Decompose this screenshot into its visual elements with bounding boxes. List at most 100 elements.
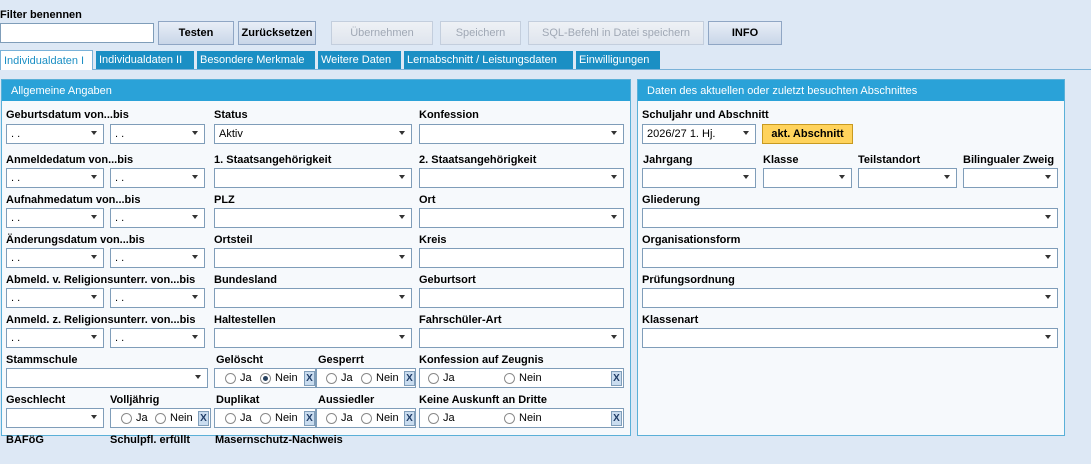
tab-besondere-merkmale[interactable]: Besondere Merkmale <box>197 51 315 69</box>
gesperrt-ja-radio[interactable] <box>326 373 337 384</box>
bafoeg-label: BAFöG <box>6 434 44 446</box>
date-value: . . <box>115 332 125 344</box>
gliederung-select[interactable] <box>642 208 1058 228</box>
chevron-down-icon <box>611 215 617 219</box>
bundesland-select[interactable] <box>214 288 412 308</box>
testen-button[interactable]: Testen <box>158 21 234 45</box>
duplikat-label: Duplikat <box>216 394 260 406</box>
keine-auskunft-clear-button[interactable]: X <box>611 411 622 426</box>
aufnahmedatum-von-date[interactable]: . . <box>6 208 104 228</box>
anmeldedatum-von-date[interactable]: . . <box>6 168 104 188</box>
date-value: . . <box>11 292 21 304</box>
nein-label: Nein <box>519 412 542 424</box>
gesperrt-nein-radio[interactable] <box>361 373 372 384</box>
geburtsort-input[interactable] <box>419 288 624 308</box>
staat2-select[interactable] <box>419 168 624 188</box>
anmeld-bis-date[interactable]: . . <box>110 328 205 348</box>
konfession-zeugnis-nein-radio[interactable] <box>504 373 515 384</box>
aussiedler-clear-button[interactable]: X <box>404 411 415 426</box>
tab-weitere-daten[interactable]: Weitere Daten <box>318 51 401 69</box>
chevron-down-icon <box>399 335 405 339</box>
chevron-down-icon <box>839 175 845 179</box>
date-value: . . <box>11 252 21 264</box>
speichern-button[interactable]: Speichern <box>440 21 521 45</box>
geloescht-ja-radio[interactable] <box>225 373 236 384</box>
ja-label: Ja <box>136 412 148 424</box>
nein-label: Nein <box>275 412 298 424</box>
status-select[interactable]: Aktiv <box>214 124 412 144</box>
zuruecksetzen-button[interactable]: Zurücksetzen <box>238 21 316 45</box>
teilstandort-label: Teilstandort <box>858 154 921 166</box>
filter-name-input[interactable] <box>0 23 154 43</box>
schuljahr-value: 2026/27 1. Hj. <box>647 128 716 140</box>
aufnahmedatum-bis-date[interactable]: . . <box>110 208 205 228</box>
aenderungsdatum-von-date[interactable]: . . <box>6 248 104 268</box>
staat1-label: 1. Staatsangehörigkeit <box>214 154 332 166</box>
tab-individualdaten-2[interactable]: Individualdaten II <box>96 51 194 69</box>
chevron-down-icon <box>1045 295 1051 299</box>
geloescht-clear-button[interactable]: X <box>304 371 315 386</box>
info-button[interactable]: INFO <box>708 21 782 45</box>
konfession-select[interactable] <box>419 124 624 144</box>
duplikat-nein-radio[interactable] <box>260 413 271 424</box>
aussiedler-ja-radio[interactable] <box>326 413 337 424</box>
akt-abschnitt-button[interactable]: akt. Abschnitt <box>762 124 853 144</box>
schuljahr-select[interactable]: 2026/27 1. Hj. <box>642 124 756 144</box>
staat1-select[interactable] <box>214 168 412 188</box>
stammschule-select[interactable] <box>6 368 208 388</box>
teilstandort-select[interactable] <box>858 168 957 188</box>
haltestellen-select[interactable] <box>214 328 412 348</box>
chevron-down-icon <box>399 175 405 179</box>
abmeld-bis-date[interactable]: . . <box>110 288 205 308</box>
volljaehrig-ja-radio[interactable] <box>121 413 132 424</box>
organisationsform-select[interactable] <box>642 248 1058 268</box>
geschlecht-select[interactable] <box>6 408 104 428</box>
keine-auskunft-ja-radio[interactable] <box>428 413 439 424</box>
keine-auskunft-nein-radio[interactable] <box>504 413 515 424</box>
klasse-select[interactable] <box>763 168 852 188</box>
volljaehrig-nein-radio[interactable] <box>155 413 166 424</box>
konfession-zeugnis-clear-button[interactable]: X <box>611 371 622 386</box>
gesperrt-radio-group: Ja Nein X <box>316 368 416 388</box>
ort-select[interactable] <box>419 208 624 228</box>
gesperrt-clear-button[interactable]: X <box>404 371 415 386</box>
plz-select[interactable] <box>214 208 412 228</box>
geburtsdatum-von-date[interactable]: . . <box>6 124 104 144</box>
chevron-down-icon <box>91 215 97 219</box>
tab-individualdaten-1[interactable]: Individualdaten I <box>0 50 93 70</box>
konfession-zeugnis-ja-radio[interactable] <box>428 373 439 384</box>
bilingual-select[interactable] <box>963 168 1058 188</box>
anmeld-von-date[interactable]: . . <box>6 328 104 348</box>
volljaehrig-clear-button[interactable]: X <box>198 411 209 426</box>
bilingual-label: Bilingualer Zweig <box>963 154 1055 166</box>
tab-einwilligungen[interactable]: Einwilligungen <box>576 51 660 69</box>
geburtsdatum-label: Geburtsdatum von...bis <box>6 109 129 121</box>
uebernehmen-button[interactable]: Übernehmen <box>331 21 433 45</box>
schulpfl-label: Schulpfl. erfüllt <box>110 434 191 446</box>
klassenart-label: Klassenart <box>642 314 699 326</box>
abmeld-von-date[interactable]: . . <box>6 288 104 308</box>
jahrgang-select[interactable] <box>642 168 756 188</box>
kreis-input[interactable] <box>419 248 624 268</box>
fahrschueler-select[interactable] <box>419 328 624 348</box>
geloescht-nein-radio[interactable] <box>260 373 271 384</box>
tab-lernabschnitt[interactable]: Lernabschnitt / Leistungsdaten <box>404 51 573 69</box>
ortsteil-select[interactable] <box>214 248 412 268</box>
konfession-label: Konfession <box>419 109 479 121</box>
chevron-down-icon <box>91 415 97 419</box>
geburtsdatum-bis-date[interactable]: . . <box>110 124 205 144</box>
anmeldedatum-bis-date[interactable]: . . <box>110 168 205 188</box>
volljaehrig-radio-group: Ja Nein X <box>110 408 211 428</box>
aussiedler-nein-radio[interactable] <box>361 413 372 424</box>
sql-save-button[interactable]: SQL-Befehl in Datei speichern <box>528 21 704 45</box>
duplikat-clear-button[interactable]: X <box>304 411 315 426</box>
pruefungsordnung-select[interactable] <box>642 288 1058 308</box>
keine-auskunft-radio-group: Ja Nein X <box>419 408 624 428</box>
anmeldedatum-label: Anmeldedatum von...bis <box>6 154 134 166</box>
klasse-label: Klasse <box>763 154 799 166</box>
duplikat-ja-radio[interactable] <box>225 413 236 424</box>
allgemeine-angaben-header: Allgemeine Angaben <box>2 80 630 101</box>
aenderungsdatum-bis-date[interactable]: . . <box>110 248 205 268</box>
klassenart-select[interactable] <box>642 328 1058 348</box>
date-value: . . <box>11 332 21 344</box>
